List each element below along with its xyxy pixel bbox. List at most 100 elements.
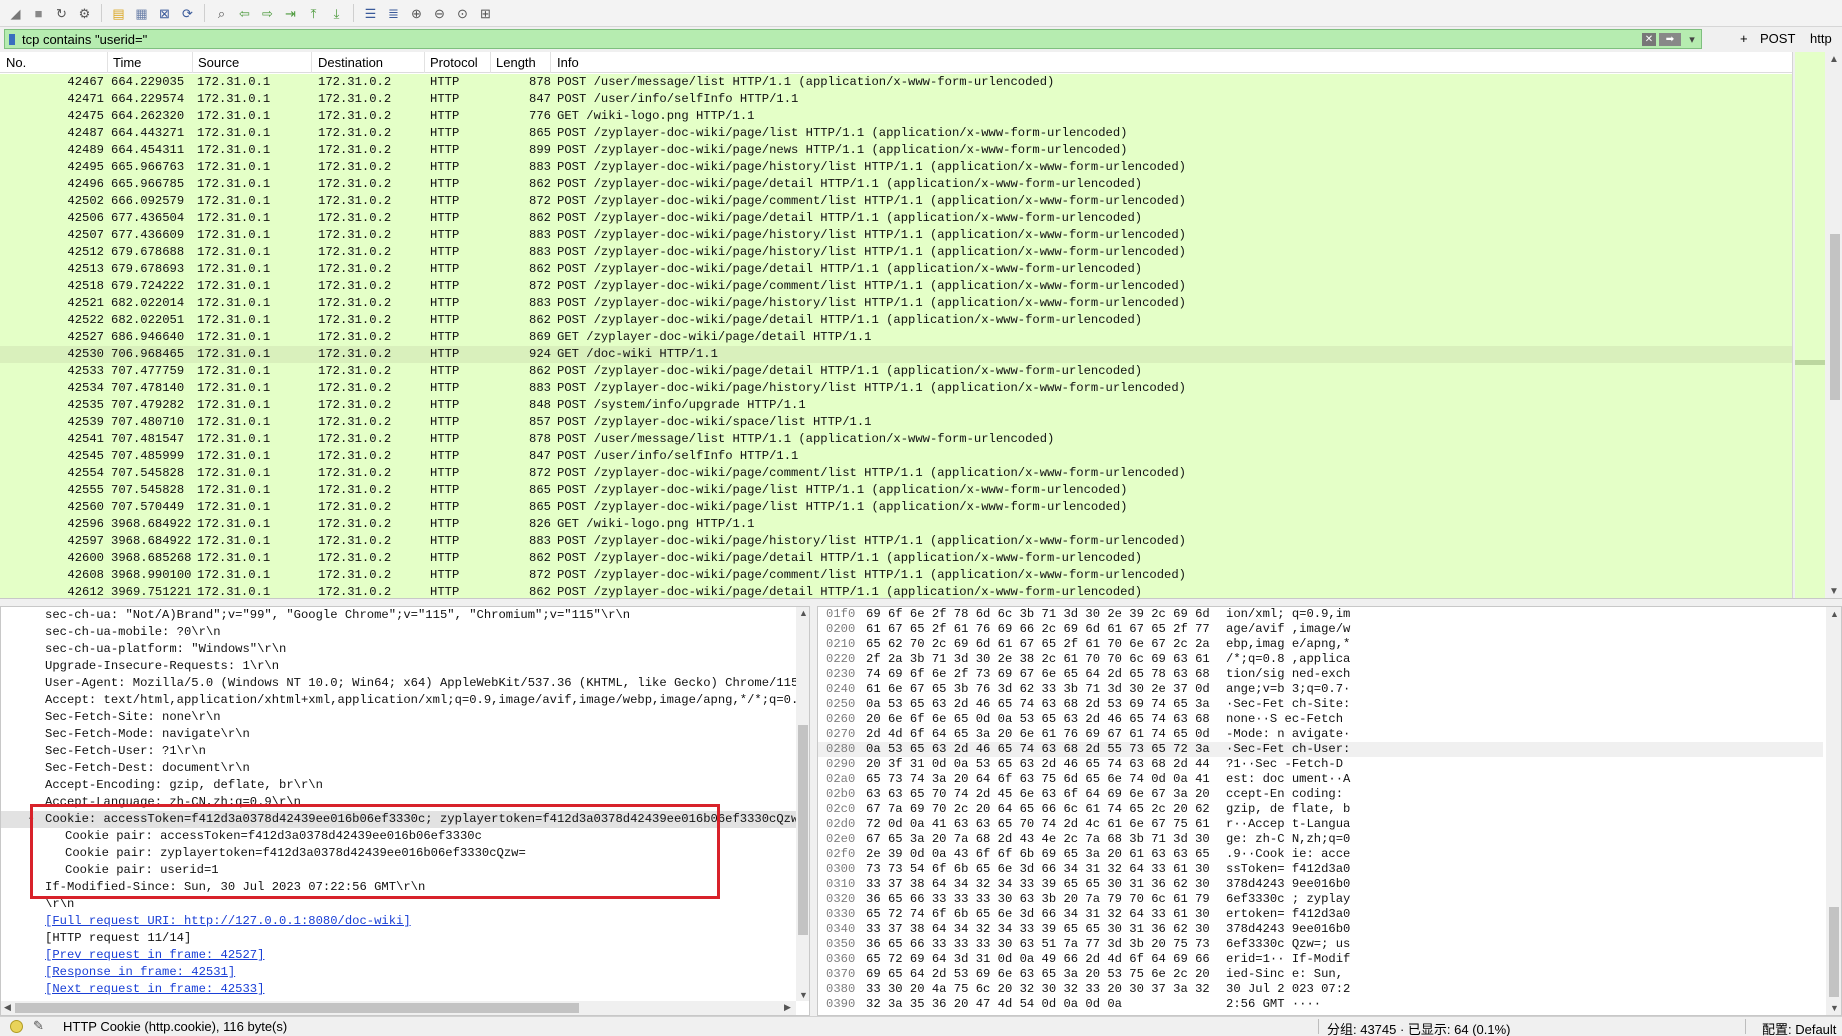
packet-row[interactable]: 42596 3968.684922 172.31.0.1 172.31.0.2 HTTP… (0, 516, 1792, 533)
scroll-down-icon[interactable]: ▼ (799, 990, 808, 1000)
detail-line[interactable]: Sec-Fetch-Mode: navigate\r\n (1, 726, 797, 743)
capture-comment-icon[interactable]: ✎ (33, 1018, 44, 1034)
scroll-down-icon[interactable]: ▼ (1829, 586, 1839, 597)
detail-line[interactable]: sec-ch-ua: "Not/A)Brand";v="99", "Google… (1, 607, 797, 624)
colorize-icon[interactable]: ≣ (384, 4, 403, 23)
column-header-protocol[interactable]: Protocol (430, 55, 478, 70)
hex-row[interactable]: 0380 33 30 20 4a 75 6c 20 32 30 32 33 20 … (818, 982, 1823, 997)
scroll-left-icon[interactable]: ◀ (4, 1002, 11, 1013)
go-forward-icon[interactable]: ⇨ (258, 4, 277, 23)
hex-row[interactable]: 0310 33 37 38 64 34 32 34 33 39 65 65 30 … (818, 877, 1823, 892)
expert-info-icon[interactable] (10, 1020, 23, 1033)
detail-link-line[interactable]: [Response in frame: 42531] (1, 964, 797, 981)
zoom-out-icon[interactable]: ⊖ (430, 4, 449, 23)
packet-row[interactable]: 42554 707.545828 172.31.0.1 172.31.0.2 HTTP 8… (0, 465, 1792, 482)
display-filter-input[interactable] (19, 30, 1642, 48)
packet-row[interactable]: 42534 707.478140 172.31.0.1 172.31.0.2 HTTP 8… (0, 380, 1792, 397)
scroll-down-icon[interactable]: ▼ (1830, 1003, 1839, 1013)
hex-row[interactable]: 02c0 67 7a 69 70 2c 20 64 65 66 6c 61 74 … (818, 802, 1823, 817)
hex-row[interactable]: 0280 0a 53 65 63 2d 46 65 74 63 68 2d 55 … (818, 742, 1823, 757)
detail-line[interactable]: Sec-Fetch-User: ?1\r\n (1, 743, 797, 760)
packet-row[interactable]: 42555 707.545828 172.31.0.1 172.31.0.2 HTTP 8… (0, 482, 1792, 499)
detail-link-line[interactable]: [Full request URI: http://127.0.0.1:8080… (1, 913, 797, 930)
hex-row[interactable]: 0350 36 65 66 33 33 33 30 63 51 7a 77 3d … (818, 937, 1823, 952)
packet-row[interactable]: 42560 707.570449 172.31.0.1 172.31.0.2 HTTP 8… (0, 499, 1792, 516)
column-header-source[interactable]: Source (198, 55, 239, 70)
filter-button-http[interactable]: http (1810, 31, 1832, 46)
go-to-packet-icon[interactable]: ⇥ (281, 4, 300, 23)
find-packet-icon[interactable]: ⌕ (212, 4, 231, 23)
packet-row[interactable]: 42521 682.022014 172.31.0.1 172.31.0.2 HTTP 8… (0, 295, 1792, 312)
apply-filter-icon[interactable]: ➡ (1659, 32, 1681, 46)
packet-row[interactable]: 42527 686.946640 172.31.0.1 172.31.0.2 HTTP 8… (0, 329, 1792, 346)
packet-row[interactable]: 42608 3968.990100 172.31.0.1 172.31.0.2 HTTP… (0, 567, 1792, 584)
packet-row[interactable]: 42513 679.678693 172.31.0.1 172.31.0.2 HTTP 8… (0, 261, 1792, 278)
detail-line[interactable]: [HTTP request 11/14] (1, 930, 797, 947)
detail-line[interactable]: Upgrade-Insecure-Requests: 1\r\n (1, 658, 797, 675)
hex-row[interactable]: 02d0 72 0d 0a 41 63 63 65 70 74 2d 4c 61 … (818, 817, 1823, 832)
hex-row[interactable]: 0270 2d 4d 6f 64 65 3a 20 6e 61 76 69 67 … (818, 727, 1823, 742)
detail-link-line[interactable]: [Next request in frame: 42533] (1, 981, 797, 998)
scroll-up-icon[interactable]: ▲ (1829, 54, 1839, 65)
hex-row[interactable]: 0200 61 67 65 2f 61 76 69 66 2c 69 6d 61 … (818, 622, 1823, 637)
hex-row[interactable]: 0320 36 65 66 33 33 33 30 63 3b 20 7a 79 … (818, 892, 1823, 907)
autoscroll-icon[interactable]: ☰ (361, 4, 380, 23)
column-header-destination[interactable]: Destination (318, 55, 383, 70)
hex-row[interactable]: 02f0 2e 39 0d 0a 43 6f 6f 6b 69 65 3a 20 … (818, 847, 1823, 862)
resize-columns-icon[interactable]: ⊞ (476, 4, 495, 23)
hex-row[interactable]: 0260 20 6e 6f 6e 65 0d 0a 53 65 63 2d 46 … (818, 712, 1823, 727)
hex-row[interactable]: 0250 0a 53 65 63 2d 46 65 74 63 68 2d 53 … (818, 697, 1823, 712)
shark-fin-start-icon[interactable]: ◢ (6, 4, 25, 23)
scroll-right-icon[interactable]: ▶ (784, 1002, 791, 1013)
packet-row[interactable]: 42487 664.443271 172.31.0.1 172.31.0.2 HTTP 8… (0, 125, 1792, 142)
hex-row[interactable]: 0300 73 73 54 6f 6b 65 6e 3d 66 34 31 32 … (818, 862, 1823, 877)
packet-row[interactable]: 42495 665.966763 172.31.0.1 172.31.0.2 HTTP 8… (0, 159, 1792, 176)
open-file-icon[interactable]: ▤ (109, 4, 128, 23)
column-header-info[interactable]: Info (557, 55, 579, 70)
detail-line[interactable]: Sec-Fetch-Dest: document\r\n (1, 760, 797, 777)
status-profile[interactable]: 配置: Default (1762, 1019, 1836, 1036)
hex-row[interactable]: 02b0 63 63 65 70 74 2d 45 6e 63 6f 64 69 … (818, 787, 1823, 802)
scroll-up-icon[interactable]: ▲ (1830, 609, 1839, 619)
packet-row[interactable]: 42489 664.454311 172.31.0.1 172.31.0.2 HTTP 8… (0, 142, 1792, 159)
packet-row[interactable]: 42506 677.436504 172.31.0.1 172.31.0.2 HTTP 8… (0, 210, 1792, 227)
capture-options-icon[interactable]: ⚙ (75, 4, 94, 23)
scroll-up-icon[interactable]: ▲ (799, 608, 808, 618)
packet-list-scroll-thumb[interactable] (1830, 234, 1840, 400)
stop-capture-icon[interactable]: ■ (29, 4, 48, 23)
packet-row[interactable]: 42502 666.092579 172.31.0.1 172.31.0.2 HTTP 8… (0, 193, 1792, 210)
reload-file-icon[interactable]: ⟳ (178, 4, 197, 23)
detail-line[interactable]: Accept: text/html,application/xhtml+xml,… (1, 692, 809, 709)
detail-line[interactable]: sec-ch-ua-mobile: ?0\r\n (1, 624, 797, 641)
detail-line[interactable]: sec-ch-ua-platform: "Windows"\r\n (1, 641, 797, 658)
filter-bookmark-icon[interactable] (5, 30, 19, 48)
details-vertical-scrollbar[interactable]: ▲ ▼ (796, 607, 809, 1001)
packet-row[interactable]: 42541 707.481547 172.31.0.1 172.31.0.2 HTTP 8… (0, 431, 1792, 448)
packet-row-selected[interactable]: 42530 706.968465 172.31.0.1 172.31.0.2 HTTP 9… (0, 346, 1792, 363)
save-file-icon[interactable]: ▦ (132, 4, 151, 23)
hex-row[interactable]: 02e0 67 65 3a 20 7a 68 2d 43 4e 2c 7a 68 … (818, 832, 1823, 847)
details-hscroll-thumb[interactable] (15, 1003, 579, 1013)
packet-row[interactable]: 42535 707.479282 172.31.0.1 172.31.0.2 HTTP 8… (0, 397, 1792, 414)
detail-line[interactable]: User-Agent: Mozilla/5.0 (Windows NT 10.0… (1, 675, 809, 692)
packet-list-scrollbar[interactable]: ▲ ▼ (1792, 52, 1842, 598)
packet-row[interactable]: 42597 3968.684922 172.31.0.1 172.31.0.2 HTTP… (0, 533, 1792, 550)
detail-line[interactable]: Sec-Fetch-Site: none\r\n (1, 709, 797, 726)
bytes-vertical-scrollbar[interactable]: ▲ ▼ (1826, 607, 1841, 1015)
first-packet-icon[interactable]: ⤒ (304, 4, 323, 23)
packet-row[interactable]: 42612 3969.751221 172.31.0.1 172.31.0.2 HTTP… (0, 584, 1792, 598)
last-packet-icon[interactable]: ⤓ (327, 4, 346, 23)
hex-row[interactable]: 0340 33 37 38 64 34 32 34 33 39 65 65 30 … (818, 922, 1823, 937)
clear-filter-icon[interactable]: ✕ (1642, 32, 1656, 46)
column-header-length[interactable]: Length (496, 55, 536, 70)
packet-row[interactable]: 42522 682.022051 172.31.0.1 172.31.0.2 HTTP 8… (0, 312, 1792, 329)
packet-row[interactable]: 42471 664.229574 172.31.0.1 172.31.0.2 HTTP 8… (0, 91, 1792, 108)
hex-row[interactable]: 0390 32 3a 35 36 20 47 4d 54 0d 0a 0d 0a 2… (818, 997, 1823, 1012)
hex-row[interactable]: 0240 61 6e 67 65 3b 76 3d 62 33 3b 71 3d … (818, 682, 1823, 697)
packet-row[interactable]: 42539 707.480710 172.31.0.1 172.31.0.2 HTTP 8… (0, 414, 1792, 431)
bytes-scroll-thumb[interactable] (1829, 907, 1839, 997)
restart-capture-icon[interactable]: ↻ (52, 4, 71, 23)
hex-row[interactable]: 0370 69 65 64 2d 53 69 6e 63 65 3a 20 53 … (818, 967, 1823, 982)
add-filter-button-icon[interactable]: + (1740, 31, 1748, 46)
packet-row[interactable]: 42518 679.724222 172.31.0.1 172.31.0.2 HTTP 8… (0, 278, 1792, 295)
